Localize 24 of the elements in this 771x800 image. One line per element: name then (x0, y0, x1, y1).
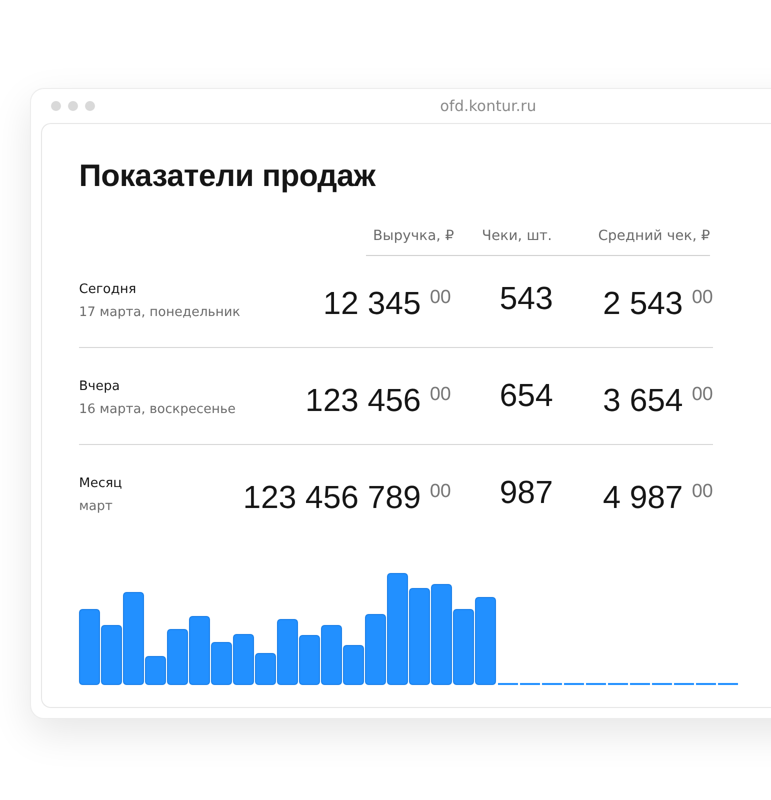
window-dot-icon (68, 101, 78, 111)
period-date: 17 марта, понедельник (79, 305, 242, 320)
average-check-value: 2 543 $^{00}$ (602, 284, 713, 323)
revenue-value: 123 456 789 $^{00}$ (243, 478, 451, 517)
period-label: Месяц (79, 476, 124, 491)
period-label: Вчера (79, 379, 121, 394)
checks-count: 543 (500, 279, 553, 318)
column-header: Средний чек, ₽ (597, 228, 710, 244)
revenue-value: 123 456 $^{00}$ (305, 381, 451, 420)
window-dot-icon (85, 101, 95, 111)
revenue-value: 12 345 $^{00}$ (323, 284, 451, 323)
period-date: 16 марта, воскресенье (79, 402, 237, 417)
chart-bar (299, 635, 320, 685)
column-header: Чеки, шт. (480, 228, 552, 244)
average-check-value: 4 987 $^{00}$ (602, 478, 713, 517)
checks-count: 654 (500, 376, 553, 415)
window-dot-icon (51, 101, 61, 111)
checks-count: 987 (500, 473, 553, 512)
period-label: Сегодня (79, 282, 138, 297)
average-check-value: 3 654 $^{00}$ (602, 381, 713, 420)
period-date: март (79, 499, 114, 514)
page-title: Показатели продаж (79, 158, 377, 194)
address-text: ofd.kontur.ru (440, 97, 536, 115)
column-header: Выручка, ₽ (372, 228, 454, 244)
